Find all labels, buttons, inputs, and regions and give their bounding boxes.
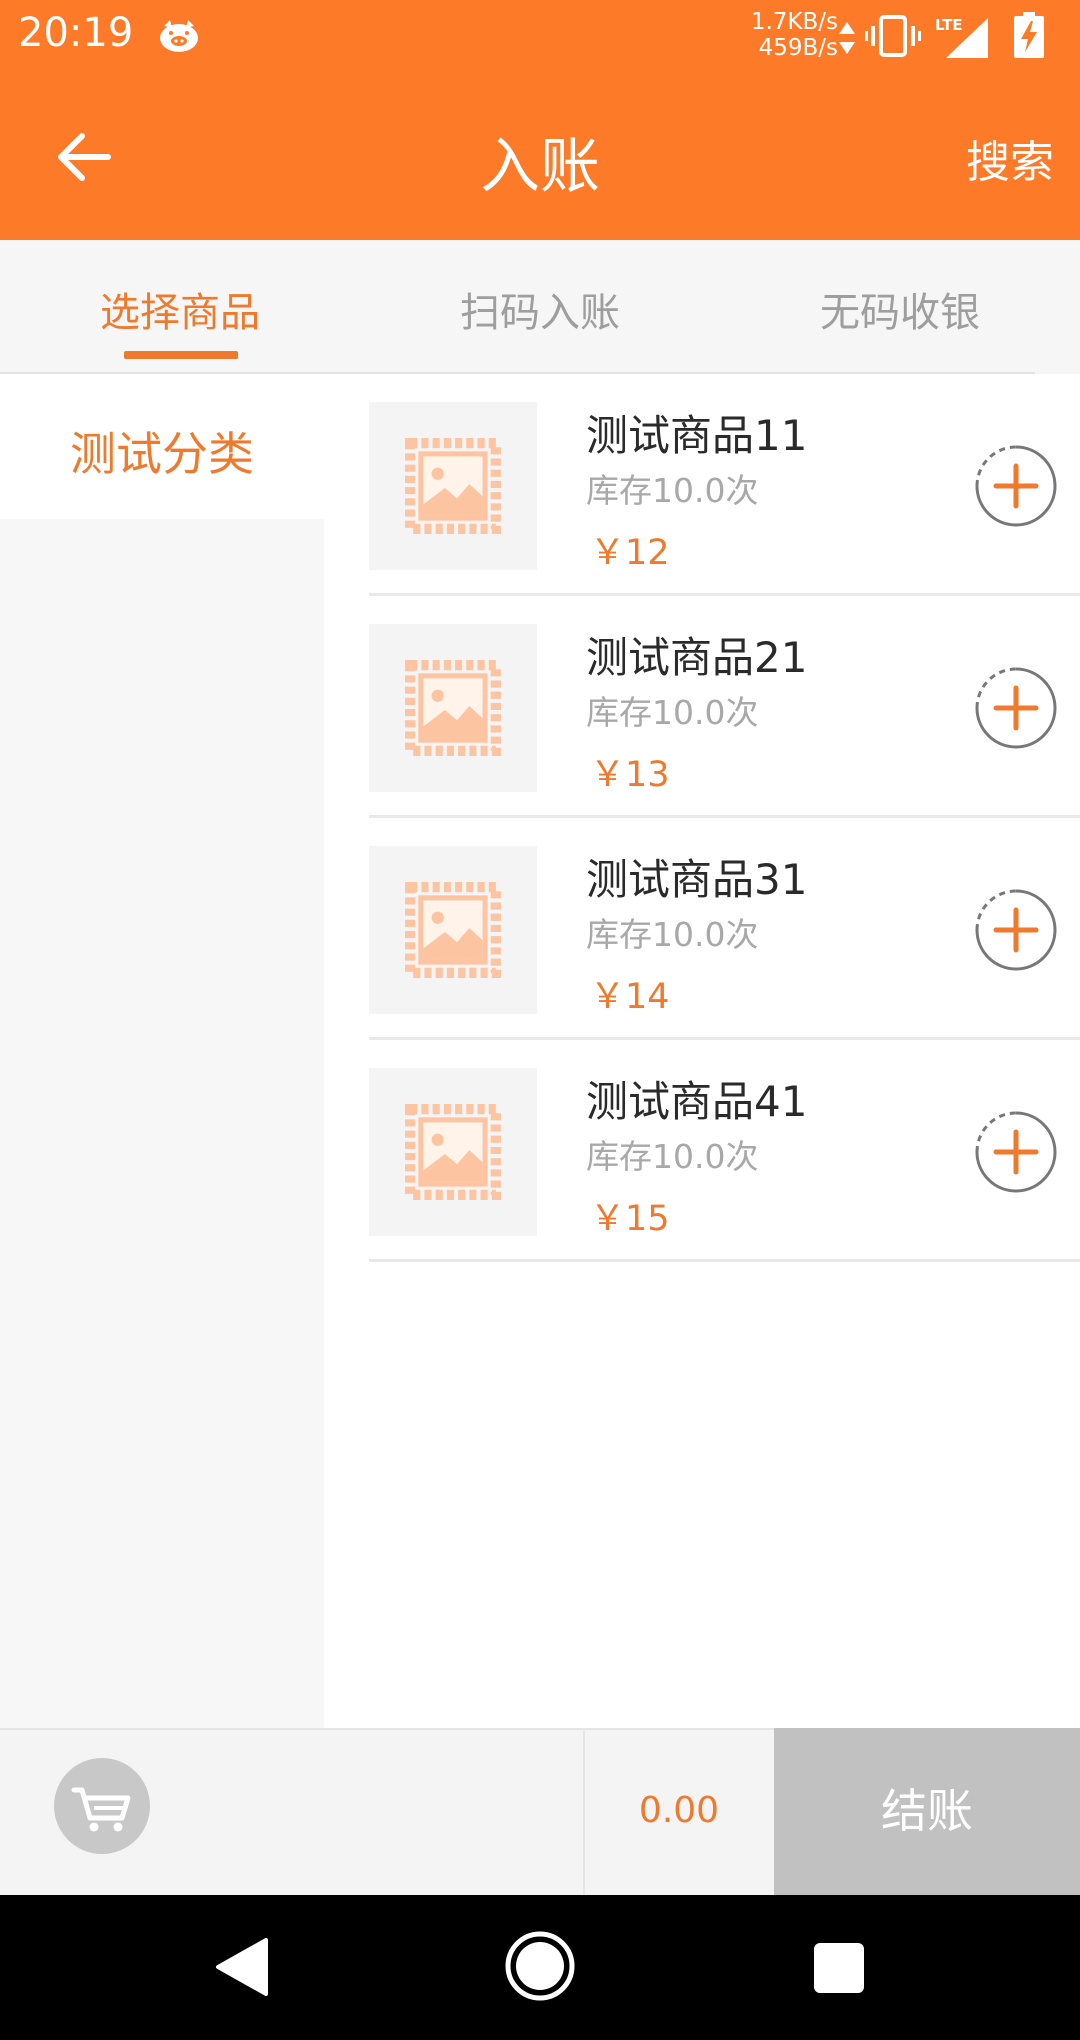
data-activity-icon (838, 18, 856, 58)
battery-charging-icon (1014, 12, 1044, 58)
back-button[interactable] (40, 112, 130, 202)
total-amount: 0.00 (638, 1790, 720, 1831)
nav-recents-button[interactable] (813, 1942, 865, 1994)
status-time: 20:19 (18, 10, 134, 56)
tab-select-product[interactable]: 选择商品 (30, 280, 330, 338)
circle-home-icon (505, 1931, 575, 2001)
tab-indicator (124, 351, 238, 359)
product-name: 测试商品41 (586, 1077, 808, 1126)
product-thumbnail (369, 402, 537, 570)
pig-notification-icon (158, 18, 200, 54)
cart-button[interactable] (54, 1758, 150, 1854)
nav-back-button[interactable] (210, 1932, 280, 2002)
image-placeholder-icon (405, 1104, 501, 1200)
image-placeholder-icon (405, 882, 501, 978)
add-to-cart-button[interactable] (974, 888, 1058, 972)
product-stock: 库存10.0次 (586, 915, 759, 954)
square-recents-icon (814, 1943, 864, 1993)
network-speed-down: 459B/s (758, 35, 838, 61)
product-stock: 库存10.0次 (586, 471, 759, 510)
plus-circle-icon (975, 889, 1057, 971)
checkout-button[interactable]: 结账 (774, 1728, 1080, 1895)
tab-no-code-checkout[interactable]: 无码收银 (750, 280, 1050, 338)
lte-signal-icon: LTE (934, 14, 990, 60)
product-price: ￥12 (590, 533, 670, 573)
product-name: 测试商品21 (586, 633, 808, 682)
product-row[interactable]: 测试商品11 库存10.0次 ￥12 (369, 374, 1080, 596)
plus-circle-icon (975, 667, 1057, 749)
product-stock: 库存10.0次 (586, 693, 759, 732)
tab-scan-entry[interactable]: 扫码入账 (390, 280, 690, 338)
product-price: ￥14 (590, 977, 670, 1017)
product-stock: 库存10.0次 (586, 1137, 759, 1176)
network-speed-up: 1.7KB/s (750, 9, 838, 35)
category-label: 测试分类 (70, 427, 254, 481)
add-to-cart-button[interactable] (974, 444, 1058, 528)
plus-circle-icon (975, 445, 1057, 527)
image-placeholder-icon (405, 660, 501, 756)
plus-circle-icon (975, 1111, 1057, 1193)
search-button[interactable]: 搜索 (950, 126, 1070, 190)
image-placeholder-icon (405, 438, 501, 534)
product-price: ￥15 (590, 1199, 670, 1239)
product-price: ￥13 (590, 755, 670, 795)
product-name: 测试商品11 (586, 411, 808, 460)
cart-icon (71, 1787, 131, 1832)
product-row[interactable]: 测试商品21 库存10.0次 ￥13 (369, 596, 1080, 818)
product-row[interactable]: 测试商品41 库存10.0次 ￥15 (369, 1040, 1080, 1262)
add-to-cart-button[interactable] (974, 1110, 1058, 1194)
arrow-left-icon (58, 133, 111, 181)
category-sidebar (0, 374, 324, 1729)
product-thumbnail (369, 846, 537, 1014)
vibrate-icon (865, 14, 921, 58)
product-thumbnail (369, 1068, 537, 1236)
page-title: 入账 (480, 132, 600, 202)
product-row[interactable]: 测试商品31 库存10.0次 ￥14 (369, 818, 1080, 1040)
product-thumbnail (369, 624, 537, 792)
lte-label: LTE (935, 16, 963, 34)
row-divider (369, 1259, 1080, 1262)
product-name: 测试商品31 (586, 855, 808, 904)
add-to-cart-button[interactable] (974, 666, 1058, 750)
nav-home-button[interactable] (502, 1928, 578, 2004)
triangle-back-icon (216, 1938, 268, 1996)
